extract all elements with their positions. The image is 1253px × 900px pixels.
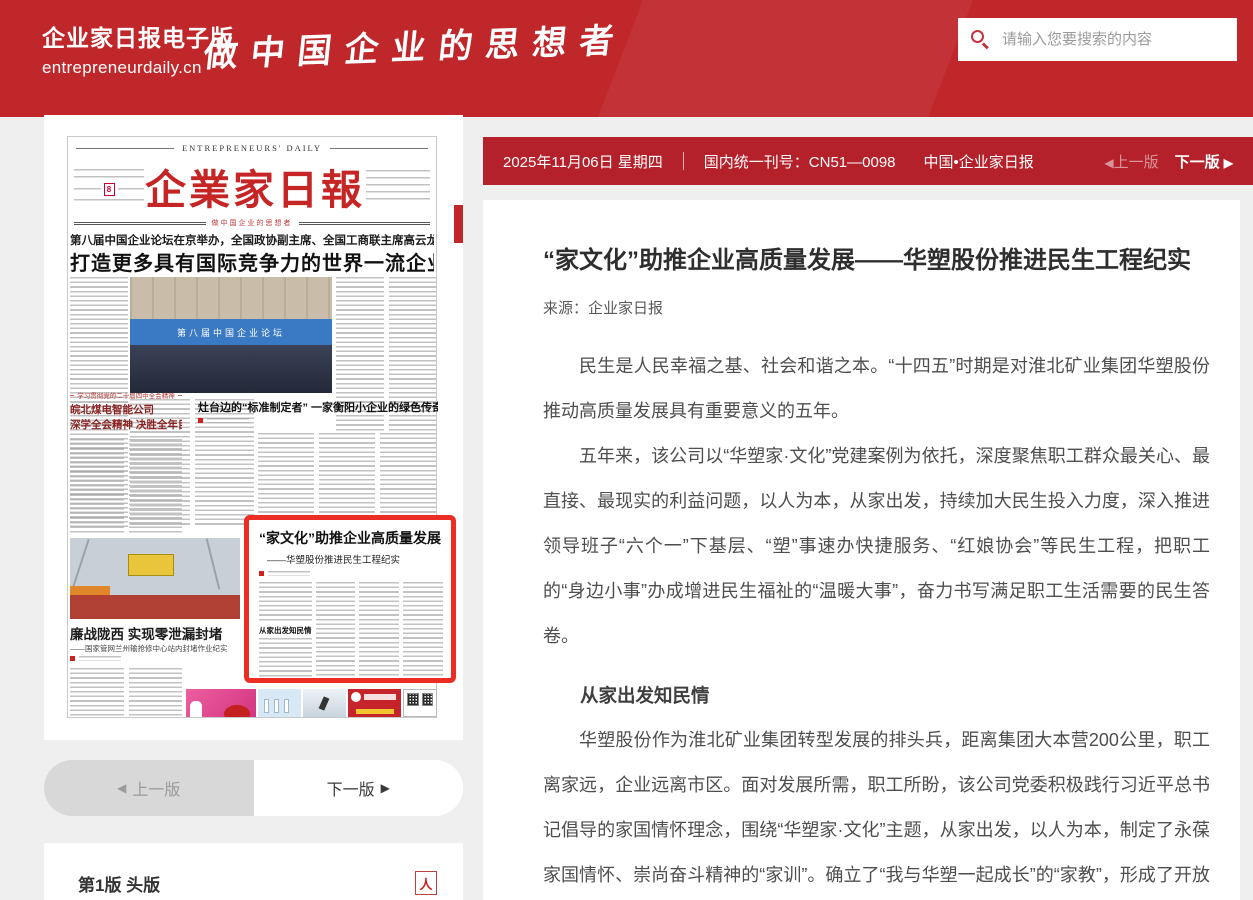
thumb-masthead-title: 企業家日報 — [144, 157, 366, 215]
photo-forum-banner: 第八届中国企业论坛 — [130, 319, 332, 345]
site-slogan: 做中国企业的思想者 — [202, 13, 630, 77]
prev-page-button[interactable]: ◀ 上一版 — [44, 760, 254, 816]
article-paragraph: 华塑股份作为淮北矿业集团转型发展的排头兵，距离集团大本营200公里，职工离家远，… — [543, 718, 1210, 900]
infobar-divider — [683, 152, 684, 170]
yellow-container — [128, 554, 174, 576]
next-page-button[interactable]: 下一版 ▶ — [254, 760, 464, 816]
featured-body-columns: 从家出发知民情 — [259, 582, 443, 678]
thumb-byline — [70, 656, 121, 661]
search-box[interactable] — [958, 18, 1237, 61]
thumb-left-body-columns — [70, 439, 182, 533]
page-pager: ◀ 上一版 下一版 ▶ — [44, 760, 463, 816]
conference-photo: 第八届中国企业论坛 — [130, 277, 332, 393]
search-icon[interactable] — [971, 30, 990, 49]
thumb-byline — [198, 418, 249, 423]
edition-brand: 中国•企业家日报 — [924, 151, 1034, 172]
photo-stage-wall — [130, 277, 332, 319]
article-title: “家文化”助推企业高质量发展——华塑股份推进民生工程纪实 — [543, 240, 1212, 275]
site-header: 企业家日报电子版 entrepreneurdaily.cn 做中国企业的思想者 — [0, 0, 1253, 117]
article-panel: “家文化”助推企业高质量发展——华塑股份推进民生工程纪实 来源：企业家日报 民生… — [483, 200, 1240, 900]
qr-codes — [403, 689, 437, 717]
article-paragraph: 民生是人民幸福之基、社会和谐之本。“十四五”时期是对淮北矿业集团华塑股份推动高质… — [543, 344, 1210, 434]
infobar-next-page-button[interactable]: 下一版 ▶ — [1175, 151, 1233, 172]
article-body: 民生是人民幸福之基、社会和谐之本。“十四五”时期是对淮北矿业集团华塑股份推动高质… — [503, 344, 1210, 900]
thumb-masthead-info-right — [366, 157, 430, 215]
article-section-heading: 从家出发知民情 — [543, 673, 1210, 718]
qr-code — [407, 693, 419, 706]
thumb-slogan-divider: 做中国企业的思想者 — [74, 218, 430, 228]
photo-label — [70, 586, 110, 595]
thumb-kicker: 第八届中国企业论坛在京举办，全国政协副主席、全国工商联主席高云龙强调 — [70, 232, 434, 248]
ad-noodle — [186, 689, 256, 717]
prev-arrow-icon: ◀ — [1104, 156, 1113, 170]
article-paragraph: 五年来，该公司以“华塑家·文化”党建案例为依托，深度聚焦职工群众最关心、最直接、… — [543, 434, 1210, 659]
thumb-masthead-english: ENTREPRENEURS' DAILY — [76, 142, 428, 154]
qr-code — [422, 693, 434, 706]
highlighted-article-box[interactable]: “家文化”助推企业高质量发展 ——华塑股份推进民生工程纪实 从家出发知民情 — [244, 515, 456, 683]
thumb-right-body-columns — [258, 433, 436, 513]
machinery-base — [70, 595, 240, 619]
search-input[interactable] — [1002, 31, 1237, 48]
edition-issue-number: 国内统一刊号：CN51—0098 — [704, 151, 896, 172]
thumb-bottom-body-columns — [70, 668, 182, 717]
crane-boom — [206, 539, 221, 590]
thumb-bottom-subhead: ——国家管网兰州输抢修中心站内封堵作业纪实 — [70, 643, 252, 654]
next-arrow-icon: ▶ — [381, 781, 390, 795]
ad-deli — [348, 689, 401, 717]
crane-photo — [70, 538, 240, 619]
page-list-item[interactable]: 第1版 头版 人 — [44, 843, 463, 900]
ad-ski — [303, 689, 346, 717]
pdf-icon[interactable]: 人 — [415, 871, 437, 895]
newspaper-page-thumbnail[interactable]: ENTREPRENEURS' DAILY 8 企業家日報 做中国企业的思想者 第… — [67, 136, 437, 718]
ad-bottles — [258, 689, 301, 717]
edition-infobar: 2025年11月06日 星期四 国内统一刊号：CN51—0098 中国•企业家日… — [483, 137, 1253, 185]
prev-arrow-icon: ◀ — [117, 781, 126, 795]
thumb-masthead: 8 企業家日報 — [74, 157, 430, 215]
thumb-right-headline: 灶台边的“标准制定者” 一家衡阳小企业的绿色传奇 — [198, 399, 438, 415]
featured-subhead: ——华塑股份推进民生工程纪实 — [267, 552, 443, 566]
thumb-left-headline: 皖北煤电智能公司 深学全会精神 决胜全年目标 — [70, 403, 182, 433]
thumb-bottom-headline: 廉战陇西 实现零泄漏封堵 — [70, 623, 252, 643]
infobar-prev-page-button[interactable]: ◀上一版 — [1104, 151, 1158, 172]
featured-headline: “家文化”助推企业高质量发展 — [259, 528, 443, 548]
thumb-left-kicker: 学习贯彻党的二十届四中全会精神 — [70, 390, 182, 400]
header-diagonal-decoration — [593, 0, 977, 117]
panel-scrollbar-thumb[interactable] — [454, 205, 463, 243]
featured-column-heading: 从家出发知民情 — [259, 625, 312, 636]
article-source: 来源：企业家日报 — [543, 297, 1212, 318]
page-preview-panel: ENTREPRENEURS' DAILY 8 企業家日報 做中国企业的思想者 第… — [44, 115, 463, 740]
edition-date: 2025年11月06日 星期四 — [503, 151, 663, 172]
thumb-issue-badge: 8 — [104, 183, 115, 196]
thumb-masthead-info-left: 8 — [74, 157, 144, 215]
page-list-label: 第1版 头版 — [78, 871, 415, 896]
thumb-byline — [259, 571, 443, 576]
thumb-main-headline: 打造更多具有国际竞争力的世界一流企业 — [70, 247, 434, 276]
next-arrow-icon: ▶ — [1224, 156, 1233, 170]
photo-audience — [130, 345, 332, 393]
crane-boom — [72, 539, 89, 587]
